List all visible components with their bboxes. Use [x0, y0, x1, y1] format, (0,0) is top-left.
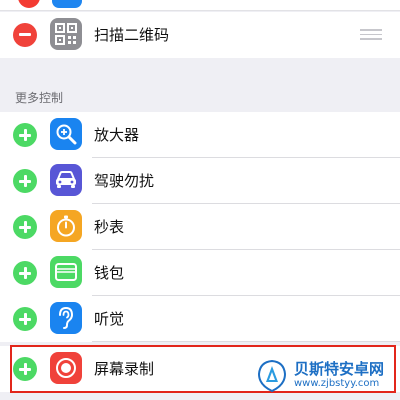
add-button[interactable]	[13, 169, 37, 193]
ear-icon	[50, 302, 82, 334]
previous-row-partial	[0, 0, 400, 11]
watermark: 贝斯特安卓网 www.zjbstyy.com	[254, 356, 394, 398]
remove-button[interactable]	[13, 23, 37, 47]
control-row-wallet[interactable]: 钱包	[0, 250, 400, 296]
row-divider	[92, 341, 400, 342]
control-label: 放大器	[94, 126, 140, 144]
stopwatch-icon	[50, 210, 82, 242]
reorder-handle-icon[interactable]	[360, 29, 382, 41]
qr-code-icon	[50, 18, 82, 50]
watermark-title: 贝斯特安卓网	[294, 360, 385, 378]
control-label: 驾驶勿扰	[94, 172, 155, 190]
control-row-scan-qr[interactable]: 扫描二维码	[0, 12, 400, 58]
control-row-driving[interactable]: 驾驶勿扰	[0, 158, 400, 204]
add-button[interactable]	[13, 307, 37, 331]
section-header-more-controls: 更多控制	[15, 91, 64, 105]
watermark-logo-icon	[257, 359, 287, 393]
watermark-url: www.zjbstyy.com	[294, 378, 380, 389]
magnifier-icon	[50, 118, 82, 150]
control-label: 扫描二维码	[94, 26, 170, 44]
remove-button-partial[interactable]	[18, 0, 40, 8]
control-label: 秒表	[94, 218, 125, 236]
add-button[interactable]	[13, 215, 37, 239]
control-label: 听觉	[94, 310, 125, 328]
control-row-magnifier[interactable]: 放大器	[0, 112, 400, 158]
control-label: 钱包	[94, 264, 125, 282]
add-button[interactable]	[13, 261, 37, 285]
control-row-hearing[interactable]: 听觉	[0, 296, 400, 342]
add-button[interactable]	[13, 123, 37, 147]
control-row-stopwatch[interactable]: 秒表	[0, 204, 400, 250]
wallet-icon	[50, 256, 82, 288]
car-icon	[50, 164, 82, 196]
app-icon-partial	[52, 0, 82, 8]
